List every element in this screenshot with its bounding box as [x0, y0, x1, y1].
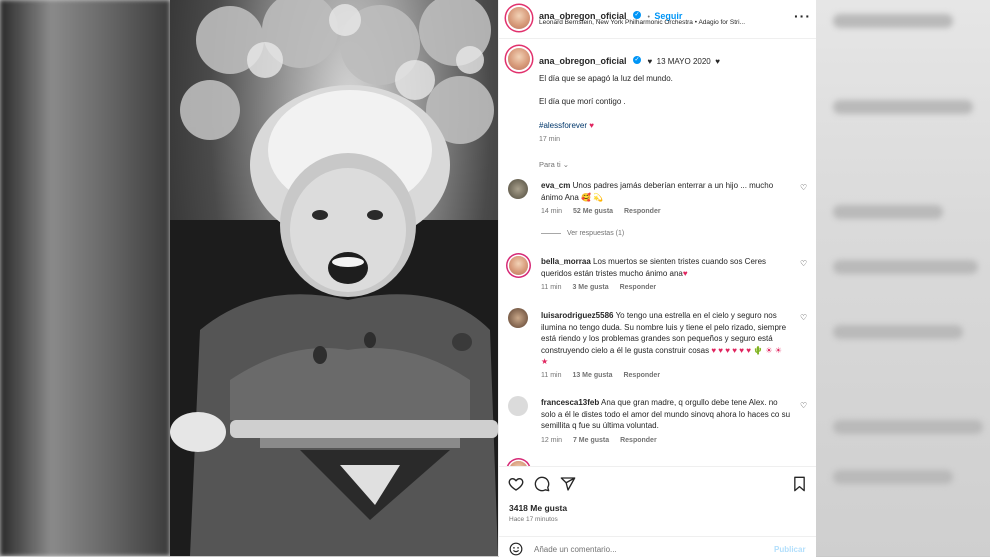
backdrop-left [0, 0, 170, 556]
black-heart-icon: ♥ [647, 57, 653, 66]
verified-icon: ✓ [632, 10, 641, 19]
commenter-username[interactable]: bella_morraa [541, 257, 591, 266]
comment-meta: 14 min 52 Me gusta Responder [541, 208, 661, 215]
share-send-icon[interactable] [560, 476, 576, 492]
comment-text: Unos padres jamás deberían enterrar a un… [541, 181, 774, 202]
comment-input-bar: Añade un comentario... Publicar [499, 536, 816, 557]
commenter-username[interactable]: francesca13feb [541, 398, 599, 407]
caption-line-2: El día que morí contigo . [539, 97, 626, 106]
sort-dropdown[interactable]: Para ti ⌄ [539, 160, 569, 169]
comment: bella_morraa Los muertos se sienten tris… [541, 256, 791, 279]
posted-time: Hace 17 minutos [509, 516, 558, 523]
bookmark-icon[interactable] [792, 476, 807, 492]
like-heart-icon[interactable] [508, 476, 524, 492]
caption-header: ana_obregon_oficial ✓ ♥ 13 MAYO 2020 ♥ [539, 51, 720, 69]
commenter-avatar[interactable] [508, 396, 528, 416]
comment: luisarodriguez5586 Yo tengo una estrella… [541, 310, 791, 368]
caption-username[interactable]: ana_obregon_oficial [539, 56, 627, 66]
hashtag-link[interactable]: #alessforever [539, 121, 587, 130]
comment-meta: 11 min 3 Me gusta Responder [541, 284, 657, 291]
publish-button[interactable]: Publicar [774, 545, 806, 554]
like-comment-icon[interactable]: ♡ [800, 259, 807, 268]
post-panel: ana_obregon_oficial ✓ • Seguir Leonard B… [498, 0, 816, 557]
comment: francesca13feb Ana que gran madre, q org… [541, 397, 791, 432]
view-replies[interactable]: Ver respuestas (1) [541, 230, 624, 237]
post-photo[interactable] [170, 0, 498, 556]
backdrop-right [815, 0, 990, 556]
commenter-avatar[interactable] [508, 179, 528, 199]
author-avatar[interactable] [508, 7, 530, 29]
black-heart-icon: ♥ [715, 57, 720, 66]
like-comment-icon[interactable]: ♡ [800, 183, 807, 192]
comment-meta: 12 min 7 Me gusta Responder [541, 437, 657, 444]
comment: eva_cm Unos padres jamás deberían enterr… [541, 180, 791, 203]
child-photo-illustration [170, 0, 498, 556]
verified-icon: ✓ [632, 55, 641, 64]
caption-date: 13 MAYO 2020 [656, 57, 711, 66]
commenter-avatar[interactable] [508, 308, 528, 328]
commenter-username[interactable]: luisarodriguez5586 [541, 311, 613, 320]
caption-line-1: El día que se apagó la luz del mundo. [539, 74, 673, 83]
caption-time: 17 min [539, 136, 561, 143]
comment-bubble-icon[interactable] [534, 476, 550, 492]
like-comment-icon[interactable]: ♡ [800, 401, 807, 410]
likes-count[interactable]: 3418 Me gusta [509, 503, 567, 513]
audio-track[interactable]: Leonard Bernstein, New York Philharmonic… [539, 19, 745, 26]
reply-button[interactable]: Responder [620, 284, 657, 291]
comment-input[interactable]: Añade un comentario... [534, 545, 617, 554]
pink-heart-icon: ♥ [589, 121, 595, 130]
caption-avatar[interactable] [508, 48, 530, 70]
reply-button[interactable]: Responder [620, 437, 657, 444]
commenter-username[interactable]: eva_cm [541, 181, 570, 190]
post-header: ana_obregon_oficial ✓ • Seguir Leonard B… [499, 0, 816, 39]
red-heart-icon: ♥ [682, 268, 688, 278]
chevron-down-icon: ⌄ [562, 160, 570, 169]
reply-button[interactable]: Responder [623, 372, 660, 379]
commenter-avatar[interactable] [509, 256, 528, 275]
emoji-picker-icon[interactable] [509, 542, 523, 556]
like-comment-icon[interactable]: ♡ [800, 313, 807, 322]
reply-button[interactable]: Responder [624, 208, 661, 215]
more-options-icon[interactable]: ··· [794, 8, 811, 24]
comment-meta: 11 min 13 Me gusta Responder [541, 372, 661, 379]
